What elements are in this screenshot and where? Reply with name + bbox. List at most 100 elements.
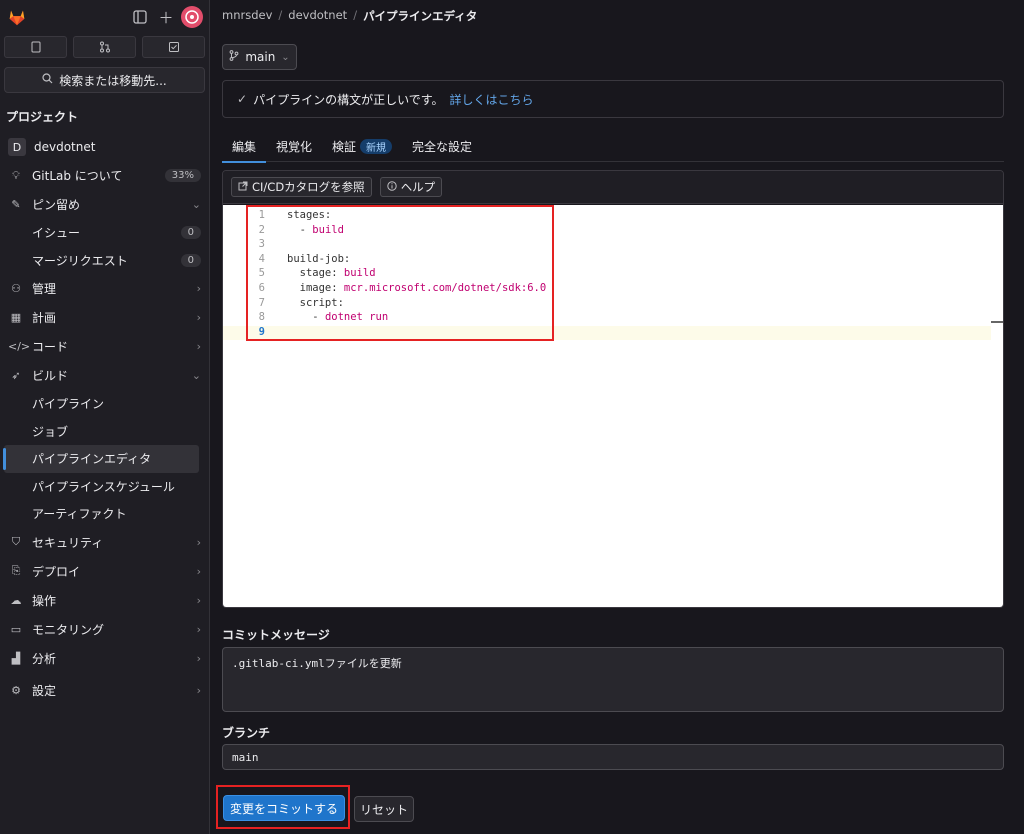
- sidebar-item-pipeline-editor[interactable]: パイプラインエディタ: [3, 445, 199, 473]
- branch-selector-label: main: [245, 50, 276, 64]
- todo-shortcut-icon[interactable]: [142, 36, 205, 58]
- tab-label: 検証: [332, 139, 357, 154]
- tab-label: 編集: [232, 139, 257, 154]
- sidebar-item-manage[interactable]: ⚇ 管理 ›: [0, 274, 209, 303]
- sidebar-item-label: ジョブ: [32, 424, 69, 439]
- editor-toolbar: CI/CDカタログを参照 ヘルプ: [223, 171, 1003, 204]
- merge-requests-shortcut-icon[interactable]: [73, 36, 136, 58]
- shield-icon: ⛉: [11, 535, 21, 548]
- learn-more-link[interactable]: 詳しくはこちら: [450, 91, 534, 108]
- project-name: devdotnet: [34, 140, 96, 154]
- sidebar-item-security[interactable]: ⛉ セキュリティ ›: [0, 528, 209, 557]
- sidebar-item-jobs[interactable]: ジョブ: [0, 418, 209, 446]
- sidebar-item-label: ピン留め: [32, 198, 81, 212]
- chevron-right-icon: ›: [196, 651, 201, 665]
- branch-selector[interactable]: main ⌄: [222, 44, 297, 70]
- tab-label: 視覚化: [276, 139, 313, 154]
- sidebar-item-label: GitLab について: [32, 169, 123, 183]
- code-icon: </>: [8, 340, 31, 353]
- chevron-right-icon: ›: [196, 340, 201, 353]
- editor-tabs: 編集 視覚化 検証 新規 完全な設定: [222, 130, 1004, 163]
- alert-text: パイプラインの構文が正しいです。: [253, 92, 444, 107]
- breadcrumb-item[interactable]: mnrsdev: [222, 8, 272, 24]
- gear-icon: ⚙: [11, 683, 21, 697]
- sidebar-item-label: セキュリティ: [32, 535, 104, 550]
- chevron-right-icon: ›: [196, 535, 201, 549]
- sidebar-item-build[interactable]: ➶ ビルド ⌄: [0, 361, 209, 390]
- sidebar-item-issues[interactable]: イシュー 0: [0, 219, 209, 247]
- plus-icon[interactable]: ＋: [155, 6, 177, 28]
- sidebar-item-pipelines[interactable]: パイプライン: [0, 390, 209, 418]
- cloud-icon: ☁︎: [10, 593, 22, 607]
- sidebar-item-pipeline-schedules[interactable]: パイプラインスケジュール: [0, 473, 209, 501]
- chevron-down-icon: ⌄: [191, 369, 201, 382]
- search-icon: [42, 73, 53, 87]
- chevron-right-icon: ›: [196, 311, 201, 324]
- sidebar-item-artifacts[interactable]: アーティファクト: [0, 500, 209, 528]
- lightbulb-icon: 💡︎: [12, 168, 20, 182]
- commit-message-label: コミットメッセージ: [222, 628, 330, 642]
- sidebar-item-operate[interactable]: ☁︎ 操作 ›: [0, 586, 209, 615]
- sidebar-item-plan[interactable]: ▦ 計画 ›: [0, 303, 209, 332]
- sidebar-item-code[interactable]: </> コード ›: [0, 332, 209, 361]
- browse-catalog-button[interactable]: CI/CDカタログを参照: [231, 177, 372, 197]
- search-label: 検索または移動先...: [59, 73, 167, 88]
- avatar[interactable]: [181, 6, 203, 28]
- sidebar-item-label: 管理: [32, 282, 57, 296]
- new-badge: 新規: [360, 138, 393, 154]
- search-button[interactable]: 検索または移動先...: [4, 67, 205, 93]
- tab-visualize[interactable]: 視覚化: [266, 130, 322, 162]
- help-button[interactable]: ヘルプ: [379, 177, 443, 197]
- users-icon: ⚇: [11, 282, 21, 295]
- chart-icon: ▟: [11, 651, 21, 665]
- breadcrumb-item[interactable]: devdotnet: [288, 8, 347, 24]
- sidebar-item-label: 操作: [32, 593, 57, 608]
- sidebar-item-merge-requests[interactable]: マージリクエスト 0: [0, 247, 209, 275]
- sidebar-item-deploy[interactable]: ⎘ デプロイ ›: [0, 557, 209, 586]
- commit-message-input[interactable]: .gitlab-ci.ymlファイルを更新: [222, 647, 1004, 712]
- chevron-right-icon: ›: [196, 282, 201, 295]
- monitor-icon: ▭: [10, 622, 22, 636]
- branch-icon: [229, 50, 239, 64]
- sidebar-item-label: コード: [32, 340, 69, 354]
- sidebar-item-analyze[interactable]: ▟ 分析 ›: [0, 644, 209, 673]
- tab-full-configuration[interactable]: 完全な設定: [402, 130, 482, 162]
- reset-button[interactable]: リセット: [354, 796, 414, 822]
- annotation-highlight-code: [246, 205, 554, 341]
- sidebar-item-monitor[interactable]: ▭ モニタリング ›: [0, 615, 209, 644]
- chevron-right-icon: ›: [196, 622, 201, 636]
- count-badge: 0: [180, 226, 201, 240]
- tab-validate[interactable]: 検証 新規: [322, 130, 402, 162]
- section-title: プロジェクト: [6, 110, 79, 124]
- sidebar-quick-tabs: [0, 34, 209, 60]
- project-avatar: D: [8, 138, 26, 156]
- browse-catalog-label: CI/CDカタログを参照: [252, 180, 365, 194]
- help-label: ヘルプ: [400, 180, 436, 194]
- gitlab-logo-icon[interactable]: [6, 6, 28, 28]
- chevron-down-icon: ⌄: [191, 198, 201, 211]
- sidebar-item-label: デプロイ: [32, 564, 81, 579]
- issues-shortcut-icon[interactable]: [4, 36, 67, 58]
- sidebar-item-label: 設定: [32, 683, 57, 698]
- info-icon: [386, 180, 397, 194]
- count-badge: 0: [180, 253, 201, 267]
- progress-badge: 33%: [164, 169, 201, 182]
- sidebar-item-label: パイプライン: [32, 397, 105, 412]
- breadcrumb-separator: /: [353, 8, 358, 22]
- sidebar-item-project[interactable]: D devdotnet: [0, 133, 209, 161]
- validation-alert: ✓ パイプラインの構文が正しいです。 詳しくはこちら: [222, 80, 1004, 118]
- sidebar-item-label: 分析: [32, 651, 57, 666]
- pin-icon: ✎: [11, 198, 21, 211]
- sidebar-item-label: ビルド: [32, 369, 69, 383]
- branch-input[interactable]: main: [222, 744, 1004, 770]
- tab-edit[interactable]: 編集: [222, 130, 267, 163]
- sidebar-item-settings[interactable]: ⚙ 設定 ›: [0, 676, 209, 705]
- sidebar-item-pinned[interactable]: ✎ ピン留め ⌄: [0, 190, 209, 219]
- sidebar-item-label: アーティファクト: [32, 507, 127, 522]
- sidebar-toggle-icon[interactable]: [129, 6, 151, 28]
- breadcrumb-separator: /: [278, 8, 283, 22]
- sidebar-item-about[interactable]: 💡︎ GitLab について 33%: [0, 161, 209, 190]
- breadcrumb: mnrsdev / devdotnet / パイプラインエディタ: [222, 8, 477, 24]
- chevron-right-icon: ›: [196, 564, 201, 578]
- breadcrumb-current[interactable]: パイプラインエディタ: [363, 8, 477, 24]
